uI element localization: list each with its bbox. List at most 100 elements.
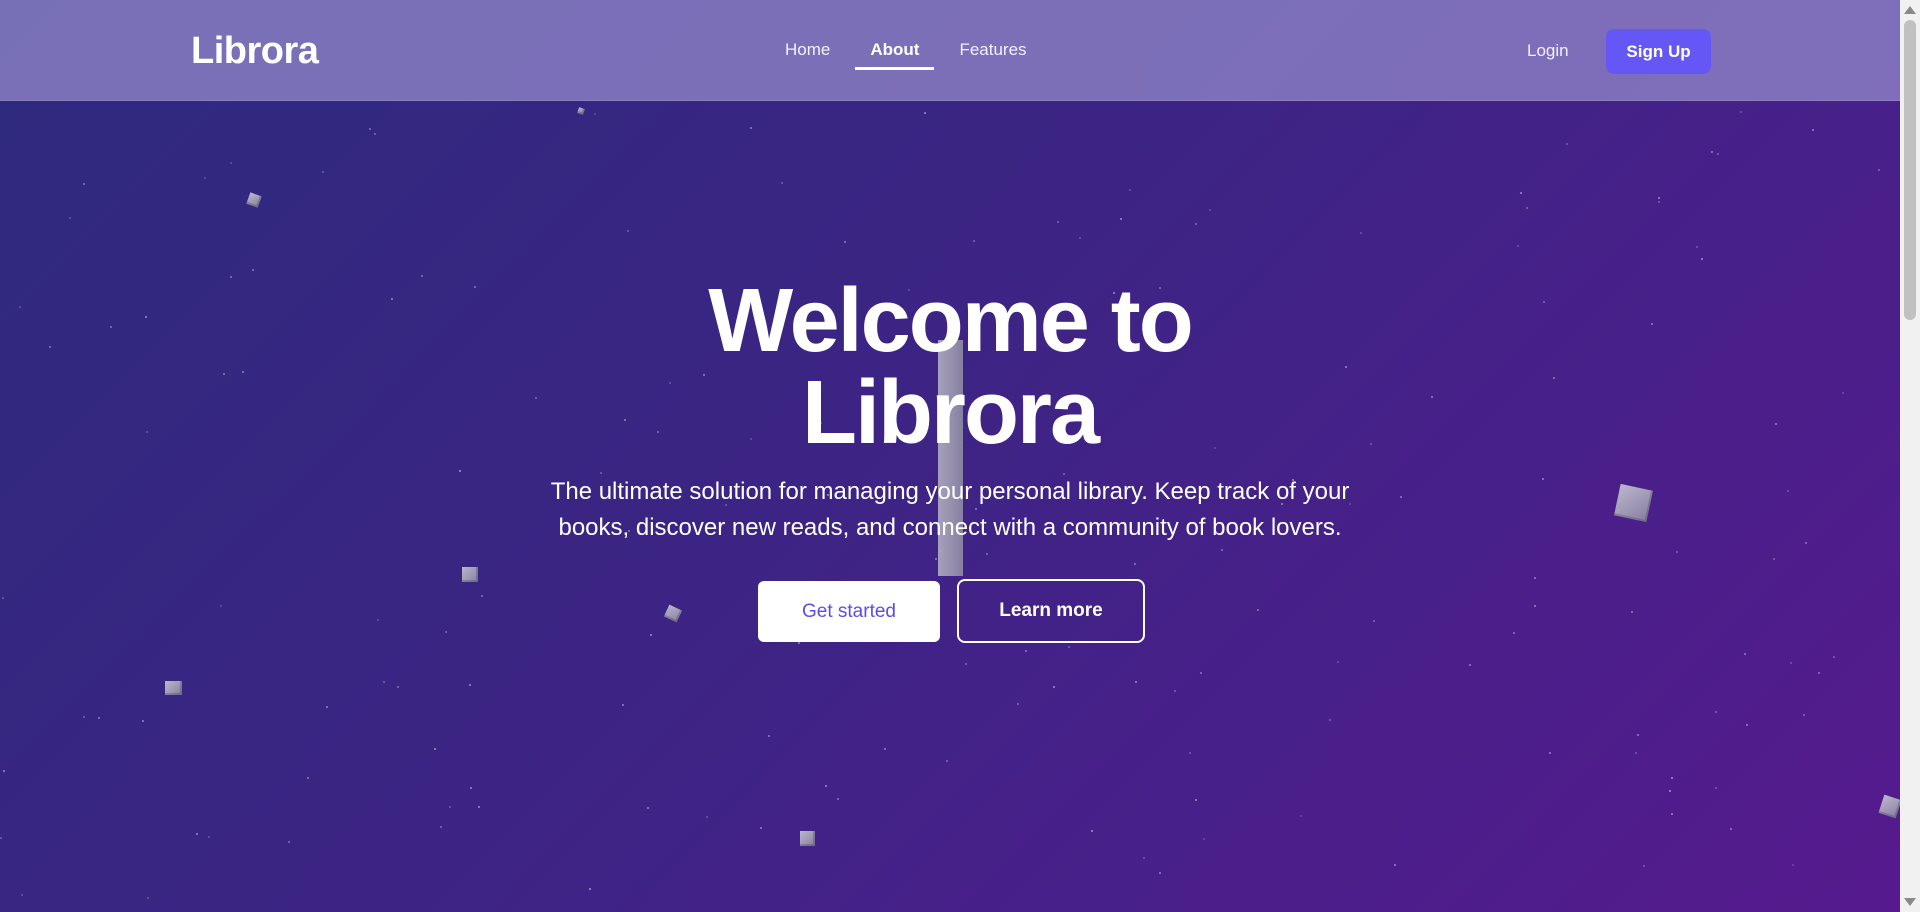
star: [1671, 777, 1673, 779]
star: [1637, 734, 1639, 736]
floating-cube: [577, 107, 585, 115]
star: [768, 735, 770, 737]
star: [1189, 752, 1191, 754]
star: [469, 684, 471, 686]
star: [647, 807, 649, 809]
star: [1129, 189, 1131, 191]
star: [1159, 872, 1161, 874]
floating-cube: [165, 681, 182, 695]
star: [1431, 396, 1433, 398]
star: [1671, 813, 1673, 815]
star: [1842, 392, 1844, 394]
star: [1711, 151, 1713, 153]
star: [470, 787, 472, 789]
star: [1209, 209, 1211, 211]
star: [760, 827, 762, 829]
nav-link-features[interactable]: Features: [944, 40, 1041, 60]
star: [1740, 111, 1742, 113]
star: [1057, 221, 1059, 223]
star: [146, 431, 148, 433]
star: [196, 833, 198, 835]
star: [946, 760, 948, 762]
triangle-up-icon[interactable]: [1904, 6, 1916, 14]
star: [1370, 443, 1372, 445]
star: [1469, 664, 1471, 666]
star: [220, 605, 222, 607]
star: [1195, 799, 1197, 801]
star: [1534, 577, 1536, 579]
floating-cube: [1614, 483, 1653, 523]
star: [884, 748, 886, 750]
star: [1134, 563, 1136, 565]
page-viewport: Librora Home About Features Login Sign U…: [0, 0, 1900, 912]
star: [49, 346, 51, 348]
star: [1549, 752, 1551, 754]
star: [1200, 672, 1202, 674]
brand-logo[interactable]: Librora: [191, 30, 319, 73]
floating-cube: [462, 567, 478, 582]
star: [145, 316, 147, 318]
star: [1775, 423, 1777, 425]
star: [650, 634, 652, 636]
star: [3, 770, 5, 772]
nav-link-about[interactable]: About: [855, 40, 935, 70]
star: [1195, 223, 1197, 225]
star: [1091, 830, 1093, 832]
star: [478, 806, 480, 808]
star: [1053, 686, 1055, 688]
star: [1337, 661, 1339, 663]
star: [69, 217, 71, 219]
star: [208, 836, 210, 838]
star: [627, 230, 629, 232]
nav-link-home[interactable]: Home: [770, 40, 845, 60]
star: [1701, 258, 1703, 260]
nav-links: Home About Features: [770, 0, 1042, 100]
star: [110, 326, 112, 328]
star: [1658, 201, 1660, 203]
star: [1805, 542, 1807, 544]
star: [1566, 143, 1568, 145]
star: [374, 133, 376, 135]
star: [369, 128, 371, 130]
get-started-button[interactable]: Get started: [758, 581, 940, 642]
star: [622, 704, 624, 706]
star: [459, 470, 461, 472]
star: [924, 112, 926, 114]
floating-cube: [1878, 794, 1900, 819]
star: [1257, 609, 1259, 611]
star: [798, 642, 800, 644]
star: [535, 397, 537, 399]
triangle-down-icon[interactable]: [1904, 898, 1916, 906]
signup-button[interactable]: Sign Up: [1606, 29, 1711, 74]
star: [1792, 864, 1794, 866]
star: [147, 897, 149, 899]
star: [965, 663, 967, 665]
star: [1135, 681, 1137, 683]
star: [1517, 245, 1519, 247]
star: [83, 183, 85, 185]
scroll-thumb[interactable]: [1904, 20, 1916, 320]
learn-more-button[interactable]: Learn more: [957, 579, 1145, 643]
star: [230, 276, 232, 278]
login-link[interactable]: Login: [1527, 41, 1569, 61]
star: [449, 806, 451, 808]
star: [1526, 207, 1528, 209]
star: [986, 553, 988, 555]
star: [204, 177, 206, 179]
star: [445, 631, 447, 633]
star: [844, 241, 846, 243]
floating-cube: [246, 192, 262, 208]
vertical-scrollbar[interactable]: [1900, 0, 1920, 912]
star: [434, 748, 436, 750]
star: [1787, 490, 1789, 492]
star: [1658, 197, 1660, 199]
star: [1520, 192, 1522, 194]
star: [440, 826, 442, 828]
star: [1203, 838, 1205, 840]
star: [1025, 650, 1027, 652]
hero-subtitle: The ultimate solution for managing your …: [550, 478, 1350, 541]
star: [1651, 323, 1653, 325]
star: [1542, 478, 1544, 480]
star: [223, 373, 225, 375]
star: [307, 777, 309, 779]
